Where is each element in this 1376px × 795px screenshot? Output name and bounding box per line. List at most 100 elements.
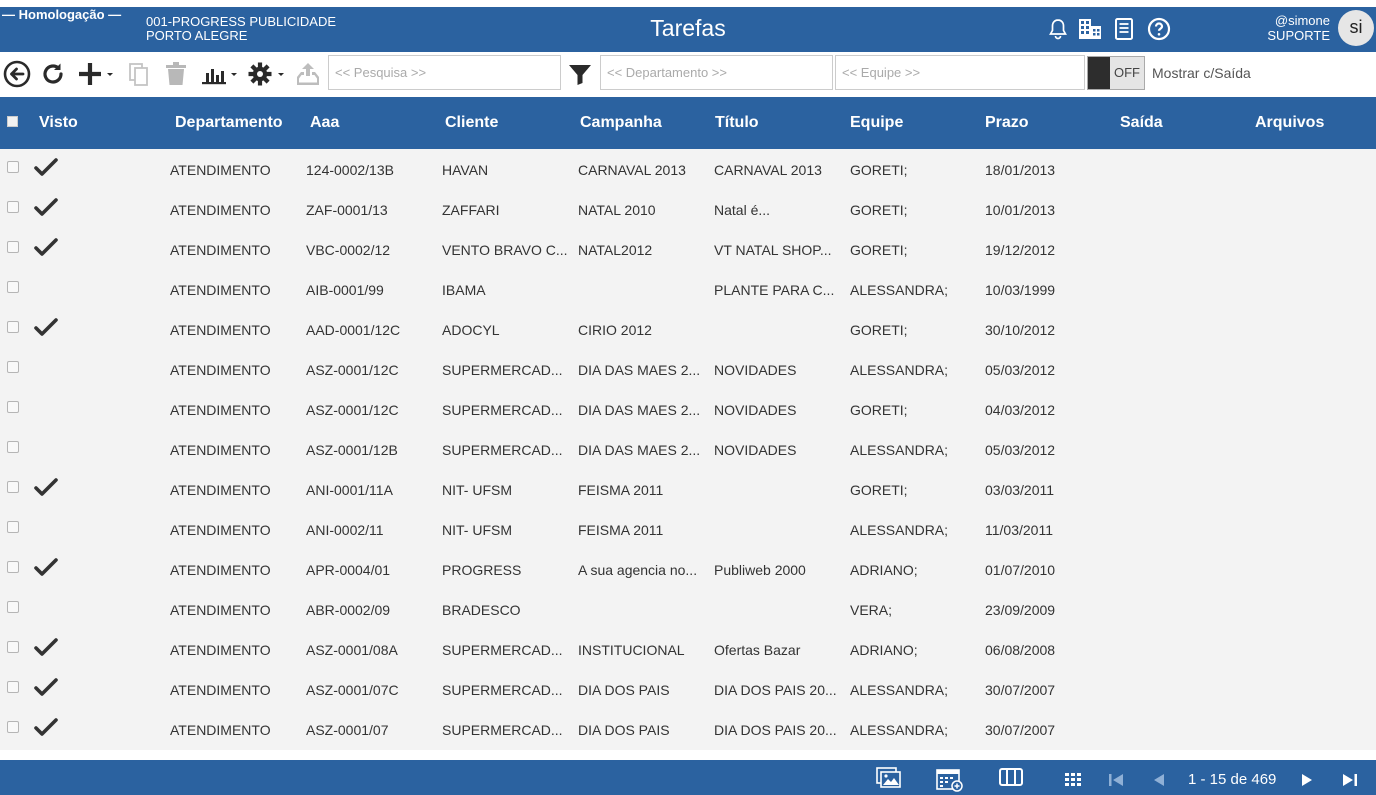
cell-equipe: ALESSANDRA; (850, 362, 949, 378)
cell-aaa: AIB-0001/99 (306, 282, 384, 298)
next-page-icon[interactable] (1300, 773, 1314, 787)
row-checkbox[interactable] (7, 441, 19, 453)
building-icon[interactable] (1078, 17, 1102, 41)
cell-campanha: DIA DOS PAIS (578, 682, 670, 698)
cell-campanha: FEISMA 2011 (578, 482, 664, 498)
bell-icon[interactable] (1046, 17, 1070, 41)
select-all-checkbox[interactable] (7, 116, 18, 127)
table-row[interactable]: ATENDIMENTO ASZ-0001/12C SUPERMERCAD... … (0, 349, 1376, 389)
cell-departamento: ATENDIMENTO (170, 682, 271, 698)
previous-page-icon[interactable] (1152, 773, 1166, 787)
refresh-icon[interactable] (40, 60, 66, 88)
table-row[interactable]: ATENDIMENTO ASZ-0001/12B SUPERMERCAD... … (0, 429, 1376, 469)
row-checkbox[interactable] (7, 641, 19, 653)
table-row[interactable]: ATENDIMENTO ABR-0002/09 BRADESCO VERA; 2… (0, 589, 1376, 629)
cell-titulo: Ofertas Bazar (714, 642, 801, 658)
col-prazo[interactable]: Prazo (985, 114, 1029, 132)
col-saida[interactable]: Saída (1120, 114, 1163, 132)
calendar-add-icon[interactable] (936, 767, 964, 793)
check-icon (34, 678, 58, 696)
col-departamento[interactable]: Departamento (175, 114, 283, 132)
check-icon (34, 238, 58, 256)
table-row[interactable]: ATENDIMENTO ZAF-0001/13 ZAFFARI NATAL 20… (0, 189, 1376, 229)
table-row[interactable]: ATENDIMENTO ASZ-0001/07 SUPERMERCAD... D… (0, 709, 1376, 749)
upload-icon[interactable] (295, 60, 321, 88)
cell-cliente: ADOCYL (442, 322, 500, 338)
col-equipe[interactable]: Equipe (850, 114, 903, 132)
add-icon[interactable] (77, 60, 117, 88)
cell-campanha: FEISMA 2011 (578, 522, 664, 538)
cell-departamento: ATENDIMENTO (170, 482, 271, 498)
team-filter[interactable] (835, 55, 1085, 90)
first-page-icon[interactable] (1108, 773, 1124, 787)
row-checkbox[interactable] (7, 681, 19, 693)
col-titulo[interactable]: Título (715, 114, 759, 132)
image-icon[interactable] (876, 767, 902, 789)
cell-aaa: 124-0002/13B (306, 162, 394, 178)
cell-titulo: Natal é... (714, 202, 771, 218)
cell-prazo: 10/01/2013 (985, 202, 1056, 218)
table-row[interactable]: ATENDIMENTO ANI-0002/11 NIT- UFSM FEISMA… (0, 509, 1376, 549)
row-checkbox[interactable] (7, 481, 19, 493)
row-checkbox[interactable] (7, 721, 19, 733)
copy-icon[interactable] (128, 60, 150, 88)
settings-icon[interactable] (247, 60, 289, 88)
avatar[interactable]: si (1338, 10, 1374, 46)
toggle-state: OFF (1114, 65, 1140, 80)
search-input[interactable] (328, 55, 561, 90)
cell-prazo: 05/03/2012 (985, 362, 1056, 378)
cell-titulo: Publiweb 2000 (714, 562, 806, 578)
row-checkbox[interactable] (7, 361, 19, 373)
help-icon[interactable] (1147, 17, 1171, 41)
row-checkbox[interactable] (7, 281, 19, 293)
row-checkbox[interactable] (7, 241, 19, 253)
row-checkbox[interactable] (7, 321, 19, 333)
row-checkbox[interactable] (7, 601, 19, 613)
col-cliente[interactable]: Cliente (445, 114, 498, 132)
company-city: PORTO ALEGRE (146, 28, 248, 43)
cell-titulo: PLANTE PARA C... (714, 282, 835, 298)
columns-icon[interactable] (999, 767, 1023, 787)
row-checkbox[interactable] (7, 401, 19, 413)
col-campanha[interactable]: Campanha (580, 114, 662, 132)
table-row[interactable]: ATENDIMENTO ASZ-0001/08A SUPERMERCAD... … (0, 629, 1376, 669)
pagination-info: 1 - 15 de 469 (1188, 771, 1277, 788)
cell-campanha: DIA DAS MAES 2... (578, 402, 701, 418)
cell-aaa: APR-0004/01 (306, 562, 391, 578)
user-info[interactable]: @simone SUPORTE (1267, 13, 1330, 43)
table-row[interactable]: ATENDIMENTO 124-0002/13B HAVAN CARNAVAL … (0, 149, 1376, 189)
department-filter[interactable] (600, 55, 833, 90)
table-row[interactable]: ATENDIMENTO ASZ-0001/07C SUPERMERCAD... … (0, 669, 1376, 709)
cell-prazo: 30/07/2007 (985, 682, 1056, 698)
show-exit-toggle[interactable]: OFF (1087, 56, 1145, 90)
cell-prazo: 03/03/2011 (985, 482, 1055, 498)
cell-cliente: HAVAN (442, 162, 489, 178)
cell-campanha: DIA DOS PAIS (578, 722, 670, 738)
cell-departamento: ATENDIMENTO (170, 722, 271, 738)
chart-icon[interactable] (200, 60, 240, 88)
grid-icon[interactable] (1065, 773, 1081, 787)
table-row[interactable]: ATENDIMENTO ASZ-0001/12C SUPERMERCAD... … (0, 389, 1376, 429)
col-aaa[interactable]: Aaa (310, 114, 339, 132)
row-checkbox[interactable] (7, 201, 19, 213)
cell-cliente: SUPERMERCAD... (442, 442, 563, 458)
row-checkbox[interactable] (7, 161, 19, 173)
table-body: ATENDIMENTO 124-0002/13B HAVAN CARNAVAL … (0, 149, 1376, 750)
delete-icon[interactable] (164, 60, 188, 88)
check-icon (34, 318, 58, 336)
col-arquivos[interactable]: Arquivos (1255, 114, 1324, 132)
cell-campanha: A sua agencia no... (578, 562, 698, 578)
document-icon[interactable] (1112, 17, 1136, 41)
row-checkbox[interactable] (7, 521, 19, 533)
table-row[interactable]: ATENDIMENTO AIB-0001/99 IBAMA PLANTE PAR… (0, 269, 1376, 309)
filter-icon[interactable] (568, 62, 592, 86)
col-visto[interactable]: Visto (39, 114, 78, 132)
back-icon[interactable] (3, 60, 31, 88)
table-row[interactable]: ATENDIMENTO AAD-0001/12C ADOCYL CIRIO 20… (0, 309, 1376, 349)
check-icon (34, 478, 58, 496)
table-row[interactable]: ATENDIMENTO VBC-0002/12 VENTO BRAVO C...… (0, 229, 1376, 269)
table-row[interactable]: ATENDIMENTO APR-0004/01 PROGRESS A sua a… (0, 549, 1376, 589)
last-page-icon[interactable] (1342, 773, 1358, 787)
row-checkbox[interactable] (7, 561, 19, 573)
table-row[interactable]: ATENDIMENTO ANI-0001/11A NIT- UFSM FEISM… (0, 469, 1376, 509)
